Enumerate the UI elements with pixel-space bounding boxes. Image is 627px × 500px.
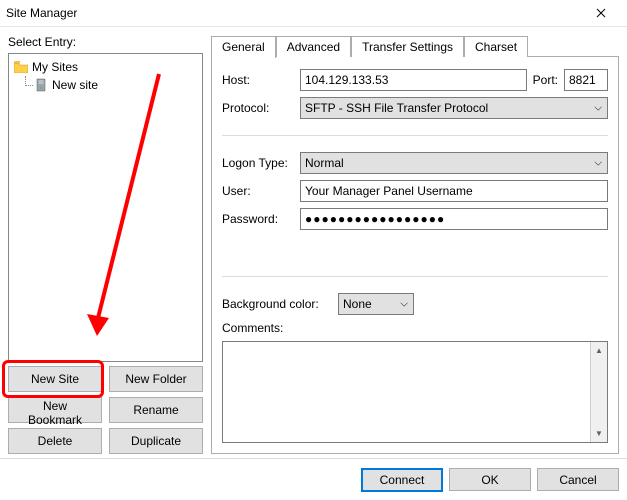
bgcolor-select[interactable]: None <box>338 293 414 315</box>
cancel-button[interactable]: Cancel <box>537 468 619 491</box>
tab-transfer[interactable]: Transfer Settings <box>351 36 464 57</box>
tab-charset[interactable]: Charset <box>464 36 528 57</box>
right-panel: General Advanced Transfer Settings Chars… <box>211 31 619 454</box>
tree-connector <box>19 76 33 94</box>
tree-item-new-site[interactable]: New site <box>11 76 200 94</box>
logon-type-select[interactable]: Normal <box>300 152 608 174</box>
port-input[interactable] <box>564 69 608 91</box>
protocol-select[interactable]: SFTP - SSH File Transfer Protocol <box>300 97 608 119</box>
tree-item-label: New site <box>52 76 98 94</box>
port-label: Port: <box>533 73 558 87</box>
general-pane: Host: Port: Protocol: SFTP - SSH File Tr… <box>211 57 619 454</box>
connect-button[interactable]: Connect <box>361 468 443 492</box>
select-entry-label: Select Entry: <box>8 35 203 49</box>
annotation-arrow <box>19 68 189 348</box>
delete-button[interactable]: Delete <box>8 428 102 454</box>
new-site-button[interactable]: New Site <box>8 366 102 392</box>
host-label: Host: <box>222 73 294 87</box>
password-input[interactable]: ●●●●●●●●●●●●●●●●● <box>300 208 608 230</box>
comments-textarea[interactable]: ▲ ▼ <box>222 341 608 443</box>
tab-bar: General Advanced Transfer Settings Chars… <box>211 33 619 57</box>
bgcolor-label: Background color: <box>222 297 332 311</box>
close-icon <box>596 8 606 18</box>
titlebar: Site Manager <box>0 0 627 27</box>
password-label: Password: <box>222 212 294 226</box>
window-title: Site Manager <box>6 6 581 20</box>
server-icon <box>33 77 49 93</box>
host-input[interactable] <box>300 69 527 91</box>
tab-general[interactable]: General <box>211 36 276 58</box>
tab-advanced[interactable]: Advanced <box>276 36 351 57</box>
site-manager-window: Site Manager Select Entry: My Site <box>0 0 627 500</box>
logon-type-label: Logon Type: <box>222 156 294 170</box>
logon-type-value: Normal <box>305 156 344 170</box>
user-label: User: <box>222 184 294 198</box>
close-button[interactable] <box>581 0 621 27</box>
folder-icon <box>13 59 29 75</box>
comments-label: Comments: <box>222 321 608 335</box>
new-bookmark-button[interactable]: New Bookmark <box>8 397 102 423</box>
user-input[interactable] <box>300 180 608 202</box>
tree-root-my-sites[interactable]: My Sites <box>11 58 200 76</box>
protocol-value: SFTP - SSH File Transfer Protocol <box>305 101 488 115</box>
new-folder-button[interactable]: New Folder <box>109 366 203 392</box>
scrollbar[interactable]: ▲ ▼ <box>590 342 607 442</box>
scroll-up-icon[interactable]: ▲ <box>591 342 607 359</box>
duplicate-button[interactable]: Duplicate <box>109 428 203 454</box>
site-action-buttons: New Site New Folder New Bookmark Rename … <box>8 366 203 454</box>
protocol-label: Protocol: <box>222 101 294 115</box>
site-tree[interactable]: My Sites New site <box>8 53 203 362</box>
divider <box>222 276 608 277</box>
rename-button[interactable]: Rename <box>109 397 203 423</box>
password-masked: ●●●●●●●●●●●●●●●●● <box>305 212 445 226</box>
divider <box>222 135 608 136</box>
bgcolor-value: None <box>343 297 372 311</box>
tree-root-label: My Sites <box>32 58 78 76</box>
left-panel: Select Entry: My Sites <box>8 31 203 454</box>
footer-buttons: Connect OK Cancel <box>0 458 627 500</box>
ok-button[interactable]: OK <box>449 468 531 491</box>
scroll-down-icon[interactable]: ▼ <box>591 425 607 442</box>
